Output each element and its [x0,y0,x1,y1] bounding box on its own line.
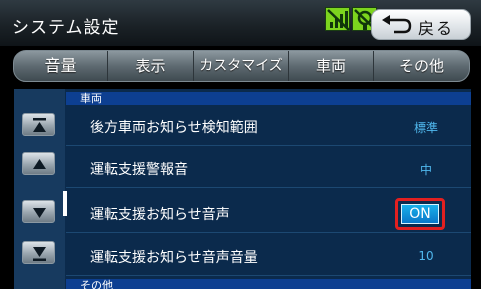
tab-customize[interactable]: カスタマイズ [194,51,289,81]
scroll-top-icon [33,118,46,132]
title-bar: システム設定 戻る [0,0,481,46]
voice-toggle-button[interactable]: ON [401,204,439,224]
return-arrow-icon [382,15,412,34]
scroll-up-icon [33,159,46,169]
back-button[interactable]: 戻る [371,9,471,40]
setting-label: 運転支援警報音 [90,162,188,178]
section-header-vehicle: 車両 [66,92,471,105]
tab-other[interactable]: その他 [374,51,469,81]
scroll-up-button[interactable] [22,152,55,175]
back-button-label: 戻る [418,19,455,38]
setting-row-rear-vehicle-detection-range[interactable]: 後方車両お知らせ検知範囲 標準 [66,106,471,146]
tab-vehicle[interactable]: 車両 [289,51,374,81]
setting-label: 運転支援お知らせ音声 [90,207,230,223]
scroll-down-icon [33,208,46,218]
scroll-top-button[interactable] [22,113,55,136]
setting-value: 中 [419,163,432,177]
highlight-frame: ON [395,198,445,230]
scroll-bottom-icon [33,247,46,261]
setting-value: 標準 [413,121,438,135]
section-header-other: その他 [66,279,471,289]
setting-value: 10 [418,249,434,263]
page-title: システム設定 [12,18,120,38]
scroll-down-button[interactable] [22,200,55,223]
signal-off-icon [325,7,350,31]
tab-display[interactable]: 表示 [108,51,194,81]
tab-bar: 音量 表示 カスタマイズ 車両 その他 [13,50,470,82]
setting-row-driving-assist-voice[interactable]: 運転支援お知らせ音声 ON [66,193,471,233]
setting-label: 運転支援お知らせ音声音量 [90,250,258,266]
scroll-bottom-button[interactable] [22,241,55,264]
setting-row-driving-assist-alarm[interactable]: 運転支援警報音 中 [66,148,471,188]
setting-label: 後方車両お知らせ検知範囲 [90,120,258,136]
tab-volume[interactable]: 音量 [14,51,108,81]
scroll-sidebar [14,89,65,289]
setting-row-driving-assist-voice-volume[interactable]: 運転支援お知らせ音声音量 10 [66,236,471,276]
